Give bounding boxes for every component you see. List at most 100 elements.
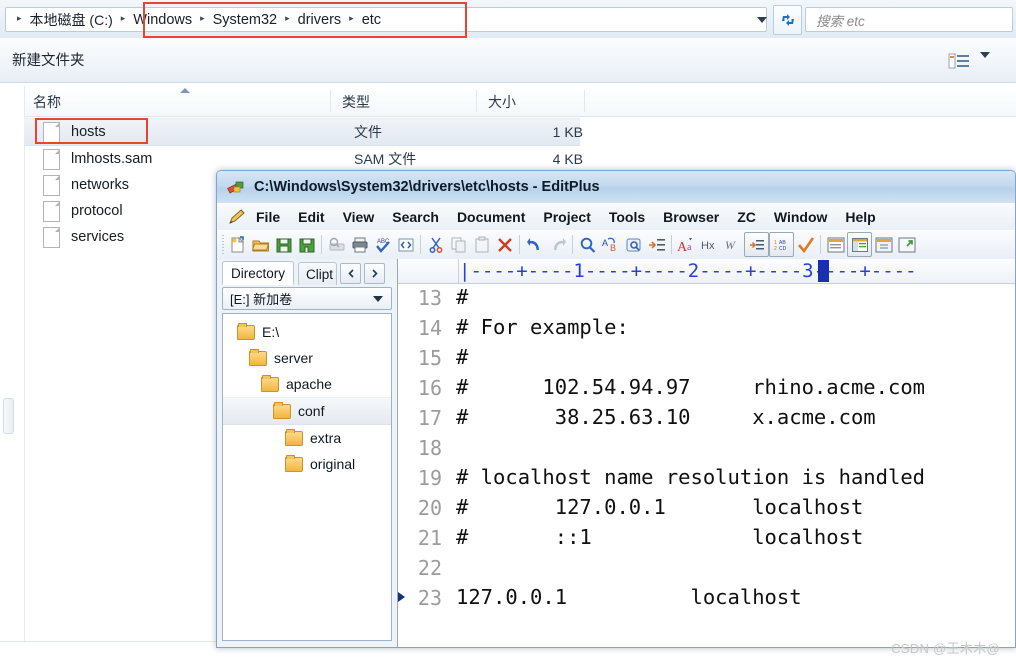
breadcrumb[interactable]: ▸ 本地磁盘 (C:) ▸ Windows ▸ System32 ▸ drive… (5, 7, 767, 32)
menu-browser[interactable]: Browser (654, 209, 728, 225)
refresh-button[interactable] (773, 5, 802, 35)
word-wrap-icon[interactable]: W (721, 233, 744, 256)
editplus-window: C:\Windows\System32\drivers\etc\hosts - … (216, 170, 1016, 648)
view-options-button[interactable] (948, 52, 970, 70)
tree-node-e-drive[interactable]: E:\ (223, 319, 391, 345)
line-number-icon[interactable]: 1 2 AB CD (769, 232, 794, 257)
menu-tools[interactable]: Tools (600, 209, 654, 225)
hex-icon[interactable]: Hx (698, 233, 721, 256)
goto-icon[interactable] (622, 233, 645, 256)
editor-column-ruler: |----+----1----+----2----+----3----+---- (398, 259, 1015, 284)
column-divider[interactable] (476, 90, 477, 112)
tab-directory[interactable]: Directory (222, 261, 295, 285)
menu-window[interactable]: Window (765, 209, 837, 225)
tree-node-server[interactable]: server (223, 345, 391, 371)
open-folder-icon[interactable] (249, 233, 272, 256)
breadcrumb-leading-chevron-icon[interactable]: ▸ (12, 14, 27, 23)
layout-panel-icon[interactable] (847, 232, 872, 257)
line-text: 127.0.0.1 localhost (456, 585, 802, 609)
auto-indent-icon[interactable] (744, 232, 769, 257)
code-line[interactable]: 19 # localhost name resolution is handled (398, 463, 1015, 493)
delete-icon[interactable] (493, 233, 516, 256)
chevron-right-icon[interactable]: ▸ (116, 14, 131, 23)
code-line[interactable]: 20 # 127.0.0.1 localhost (398, 493, 1015, 523)
toolbar-panel-icon[interactable] (824, 233, 847, 256)
line-text: # 102.54.94.97 rhino.acme.com (456, 375, 925, 399)
code-line[interactable]: 15 # (398, 343, 1015, 373)
dock-tab-prev-button[interactable] (340, 263, 362, 284)
code-line-current[interactable]: 23 127.0.0.1 localhost (398, 583, 1015, 613)
spellcheck-icon[interactable]: ABC (371, 233, 394, 256)
cut-icon[interactable] (424, 233, 447, 256)
menu-help[interactable]: Help (836, 209, 884, 225)
menu-edit[interactable]: Edit (289, 209, 333, 225)
save-as-icon[interactable] (295, 233, 318, 256)
undo-icon[interactable] (523, 233, 546, 256)
editplus-title-bar[interactable]: C:\Windows\System32\drivers\etc\hosts - … (217, 171, 1015, 203)
preview-panel-icon[interactable] (872, 233, 895, 256)
chevron-right-icon[interactable]: ▸ (195, 14, 210, 23)
breadcrumb-item-system32[interactable]: System32 (210, 12, 280, 28)
file-icon (43, 226, 60, 248)
code-line[interactable]: 17 # 38.25.63.10 x.acme.com (398, 403, 1015, 433)
drive-selector-dropdown[interactable]: [E:] 新加卷 (222, 287, 392, 310)
menu-zc[interactable]: ZC (728, 209, 765, 225)
view-options-dropdown[interactable] (980, 52, 990, 76)
breadcrumb-item-windows[interactable]: Windows (130, 12, 195, 28)
find-icon[interactable] (576, 233, 599, 256)
chevron-right-icon[interactable]: ▸ (280, 14, 295, 23)
menu-view[interactable]: View (334, 209, 384, 225)
code-line[interactable]: 16 # 102.54.94.97 rhino.acme.com (398, 373, 1015, 403)
code-line[interactable]: 18 (398, 433, 1015, 463)
column-header-name[interactable]: 名称 (33, 92, 61, 112)
tree-node-original[interactable]: original (223, 451, 391, 477)
search-input[interactable]: 搜索 etc (805, 7, 1013, 32)
breadcrumb-item-drive[interactable]: 本地磁盘 (C:) (27, 10, 116, 30)
tree-node-label: extra (310, 430, 342, 446)
breadcrumb-item-etc[interactable]: etc (359, 12, 384, 28)
dock-tab-bar: Directory Clipt (218, 261, 396, 285)
column-divider[interactable] (330, 90, 331, 112)
hosts-file-highlight-annotation (35, 118, 148, 144)
address-history-dropdown[interactable] (748, 8, 776, 31)
menu-file[interactable]: File (247, 209, 289, 225)
menu-project[interactable]: Project (534, 209, 599, 225)
spell-ok-icon[interactable] (794, 233, 817, 256)
print-preview-icon[interactable] (325, 233, 348, 256)
editor-pane[interactable]: |----+----1----+----2----+----3----+----… (397, 259, 1015, 647)
tree-node-conf[interactable]: conf (223, 397, 391, 425)
tree-node-apache[interactable]: apache (223, 371, 391, 397)
code-line[interactable]: 21 # ::1 localhost (398, 523, 1015, 553)
chevron-right-icon[interactable]: ▸ (344, 14, 359, 23)
file-icon (43, 174, 60, 196)
new-folder-button[interactable]: 新建文件夹 (12, 49, 85, 70)
copy-icon[interactable] (447, 233, 470, 256)
font-icon[interactable]: Aa (675, 233, 698, 256)
menu-search[interactable]: Search (383, 209, 448, 225)
tab-cliptext[interactable]: Clipt (298, 262, 338, 285)
code-line[interactable]: 22 (398, 553, 1015, 583)
replace-icon[interactable]: AB (599, 233, 622, 256)
tab-directory-label: Directory (231, 265, 286, 281)
column-header-size[interactable]: 大小 (488, 92, 516, 112)
column-divider[interactable] (584, 90, 585, 112)
line-text: # (456, 285, 469, 309)
menu-document[interactable]: Document (448, 209, 534, 225)
column-header-type[interactable]: 类型 (342, 92, 370, 112)
dock-tab-next-button[interactable] (364, 263, 386, 284)
file-list-item-lmhosts[interactable]: lmhosts.sam SAM 文件 4 KB (24, 146, 1016, 172)
breadcrumb-item-drivers[interactable]: drivers (295, 12, 345, 28)
code-area[interactable]: 13 # 14 # For example: 15 # 16 # 102.54.94.9… (398, 283, 1015, 647)
print-icon[interactable] (348, 233, 371, 256)
indent-icon[interactable] (645, 233, 668, 256)
browser-external-icon[interactable] (895, 233, 918, 256)
navigation-pane-splitter[interactable] (3, 398, 14, 434)
paste-icon[interactable] (470, 233, 493, 256)
code-line[interactable]: 13 # (398, 283, 1015, 313)
redo-icon[interactable] (546, 233, 569, 256)
save-icon[interactable] (272, 233, 295, 256)
new-file-icon[interactable] (226, 233, 249, 256)
code-tag-icon[interactable] (394, 233, 417, 256)
tree-node-extra[interactable]: extra (223, 425, 391, 451)
code-line[interactable]: 14 # For example: (398, 313, 1015, 343)
